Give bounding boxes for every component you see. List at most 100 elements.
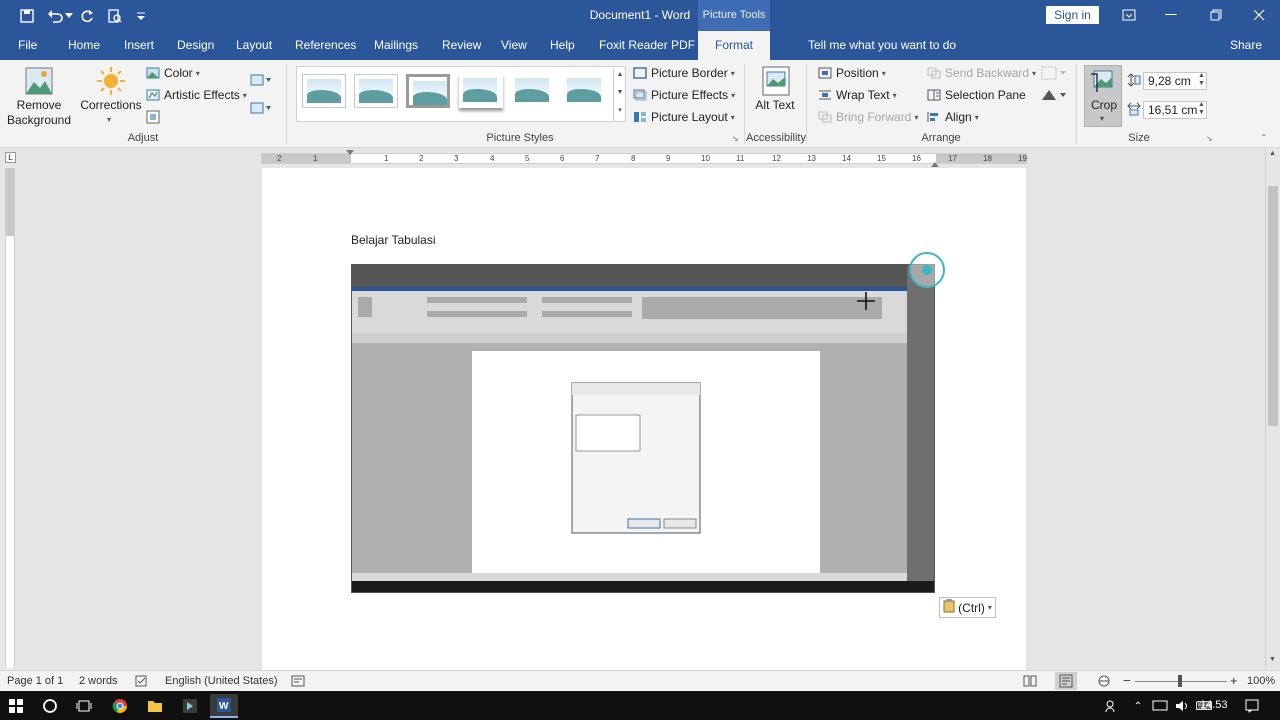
zoom-slider-thumb[interactable]: [1178, 675, 1182, 687]
bring-forward-button[interactable]: Bring Forward ▾: [818, 110, 918, 124]
word-count[interactable]: 2 words: [79, 675, 118, 687]
picture-layout-button[interactable]: Picture Layout ▾: [633, 110, 735, 124]
tab-selector[interactable]: L: [5, 152, 16, 163]
ribbon-display-options-icon[interactable]: [1116, 4, 1142, 26]
wrap-text-button[interactable]: Wrap Text ▾: [818, 88, 897, 102]
remove-background-button[interactable]: Remove Background: [6, 98, 72, 128]
task-view-icon[interactable]: [70, 694, 98, 718]
chrome-icon[interactable]: [106, 694, 134, 718]
first-line-indent-marker[interactable]: [346, 150, 354, 155]
artistic-effects-button[interactable]: Artistic Effects ▾: [146, 88, 247, 102]
alt-text-button[interactable]: Alt Text: [754, 98, 796, 113]
ruler-number: 5: [525, 154, 530, 163]
print-layout-icon[interactable]: [1055, 672, 1077, 690]
cortana-search-icon[interactable]: [36, 694, 64, 718]
file-explorer-icon[interactable]: [141, 694, 169, 718]
tab-file[interactable]: File: [18, 38, 37, 52]
tab-view[interactable]: View: [501, 38, 527, 52]
tab-mailings[interactable]: Mailings: [374, 38, 418, 52]
dialog-launcher-icon[interactable]: ↘: [1206, 134, 1213, 143]
color-button[interactable]: Color ▾: [146, 66, 200, 80]
picture-style-2[interactable]: [354, 74, 398, 108]
tell-me-search[interactable]: Tell me what you want to do: [808, 38, 956, 52]
selection-pane-button[interactable]: Selection Pane: [927, 88, 1026, 102]
status-bar: Page 1 of 1 2 words English (United Stat…: [0, 670, 1280, 691]
crop-button[interactable]: Crop ▾: [1084, 65, 1122, 127]
page-count[interactable]: Page 1 of 1: [7, 675, 63, 687]
scroll-up-icon[interactable]: ▲: [1269, 150, 1276, 157]
picture-style-5[interactable]: [511, 74, 555, 108]
ruler-number: 3: [454, 154, 459, 163]
picture-border-button[interactable]: Picture Border ▾: [633, 66, 735, 80]
horizontal-ruler[interactable]: 2 1 1 2 3 4 5 6 7 8 9 10 11 12 13 14 15 …: [261, 150, 1027, 167]
minimize-icon[interactable]: [1158, 4, 1184, 26]
zoom-in-button[interactable]: +: [1230, 673, 1238, 688]
tab-review[interactable]: Review: [442, 38, 481, 52]
proofing-icon[interactable]: [135, 675, 149, 690]
height-spinner[interactable]: ▲ ▼: [1198, 72, 1205, 88]
selection-pane-icon: [927, 89, 941, 101]
collapse-ribbon-icon[interactable]: ˆ: [1262, 134, 1265, 145]
close-icon[interactable]: [1246, 4, 1272, 26]
restore-icon[interactable]: [1203, 4, 1229, 26]
share-button[interactable]: Share: [1230, 38, 1262, 52]
people-icon[interactable]: [1098, 694, 1126, 718]
ruler-number: 9: [666, 154, 671, 163]
right-indent-marker[interactable]: [931, 162, 939, 167]
document-text[interactable]: Belajar Tabulasi: [351, 233, 436, 247]
action-center-icon[interactable]: [1238, 694, 1266, 718]
ruler-number: 12: [772, 154, 781, 163]
dialog-launcher-icon[interactable]: ↘: [732, 134, 739, 143]
group-objects-icon[interactable]: [1041, 66, 1067, 83]
language-indicator[interactable]: English (United States): [165, 675, 278, 687]
zoom-out-button[interactable]: −: [1123, 673, 1131, 688]
picture-styles-group-label: Picture Styles: [486, 132, 554, 144]
tab-references[interactable]: References: [295, 38, 356, 52]
transparency-icon[interactable]: [146, 110, 160, 127]
position-button[interactable]: Position ▾: [818, 66, 886, 80]
picture-style-4[interactable]: [459, 74, 503, 108]
scroll-thumb[interactable]: [1268, 186, 1278, 426]
tab-format[interactable]: Format: [698, 31, 770, 60]
web-layout-icon[interactable]: [1097, 675, 1111, 690]
bring-forward-label: Bring Forward: [836, 110, 912, 124]
app-icon[interactable]: [176, 694, 204, 718]
macro-recording-icon[interactable]: [291, 675, 305, 690]
rotate-handle[interactable]: [909, 252, 945, 288]
width-spinner[interactable]: ▲ ▼: [1198, 101, 1205, 117]
gallery-scroll[interactable]: ▲ ▼ ▾: [613, 66, 626, 122]
paste-options-button[interactable]: (Ctrl) ▾: [939, 597, 996, 618]
picture-style-3[interactable]: [406, 74, 450, 108]
corrections-dropdown-icon[interactable]: ▾: [107, 115, 111, 124]
scroll-down-icon[interactable]: ▼: [1269, 656, 1276, 663]
sign-in-button[interactable]: Sign in: [1046, 6, 1099, 24]
picture-effects-button[interactable]: Picture Effects ▾: [633, 88, 735, 102]
tab-insert[interactable]: Insert: [124, 38, 154, 52]
zoom-level[interactable]: 100%: [1247, 675, 1275, 687]
align-button[interactable]: Align ▾: [927, 110, 979, 124]
inserted-screenshot-image[interactable]: [351, 264, 935, 593]
windows-start-icon[interactable]: [2, 694, 30, 718]
tab-help[interactable]: Help: [550, 38, 575, 52]
rotate-objects-icon[interactable]: [1041, 88, 1067, 105]
picture-style-6[interactable]: [563, 74, 607, 108]
change-picture-icon[interactable]: [250, 100, 272, 119]
compress-pictures-icon[interactable]: [250, 72, 272, 91]
clock-time[interactable]: 14.53: [1200, 699, 1228, 711]
tab-foxit-reader-pdf[interactable]: Foxit Reader PDF: [599, 38, 695, 52]
corrections-button[interactable]: Corrections: [80, 98, 142, 112]
document-page[interactable]: Belajar Tabulasi (Ctrl) ▾: [262, 168, 1026, 674]
word-taskbar-icon[interactable]: W: [210, 694, 238, 718]
crop-dropdown-icon[interactable]: ▾: [1100, 114, 1104, 123]
tab-design[interactable]: Design: [177, 38, 214, 52]
position-label: Position: [836, 66, 879, 80]
read-mode-icon[interactable]: [1023, 675, 1037, 690]
tab-home[interactable]: Home: [68, 38, 100, 52]
send-backward-label: Send Backward: [945, 66, 1030, 80]
tab-layout[interactable]: Layout: [236, 38, 272, 52]
vertical-ruler[interactable]: [5, 168, 15, 668]
vertical-scrollbar[interactable]: ▲ ▼: [1265, 148, 1280, 670]
picture-style-1[interactable]: [302, 74, 346, 108]
send-backward-button[interactable]: Send Backward ▾: [927, 66, 1036, 80]
picture-tools-label: Picture Tools: [698, 0, 770, 31]
